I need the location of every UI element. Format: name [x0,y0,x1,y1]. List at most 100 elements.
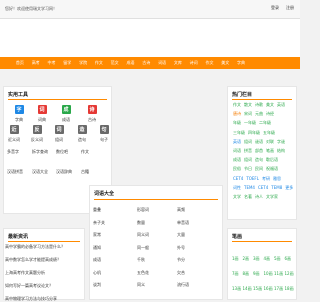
bihua-link[interactable]: 3画 [253,256,260,262]
hot-link[interactable]: 拼音 [244,148,252,153]
hot-link[interactable]: 作文 [233,102,241,107]
nav-item-13[interactable]: 美文 [217,57,233,69]
hot-link[interactable]: 考研 [262,176,270,181]
news-item[interactable]: 高中学霸的必备学习方法是什么？ [5,244,65,250]
bihua-link[interactable]: 10画 [264,271,273,277]
hot-link[interactable]: 二年级 [259,120,271,125]
bihua-link[interactable]: 11画 [274,271,283,277]
hot-link[interactable]: 诗经 [266,111,274,116]
hot-link[interactable]: 节日 [244,166,252,171]
hot-link[interactable]: 名著 [244,194,252,199]
tool-link[interactable]: 汉语拼音 [7,169,23,175]
hot-link[interactable]: 组词 [244,157,252,162]
hot-link[interactable]: 三年级 [233,130,245,135]
nav-item-2[interactable]: 中考 [44,57,60,69]
hot-link[interactable]: TOEFL [246,176,259,181]
hot-link[interactable]: 五年级 [263,130,275,135]
bihua-link[interactable]: 5画 [274,256,281,262]
hot-link[interactable]: 对联 [266,139,274,144]
tool-sentence[interactable]: 句句子 [93,125,115,143]
hot-link[interactable]: 四年级 [248,130,260,135]
nav-item-0[interactable]: 首页 [12,57,28,69]
word-link[interactable]: 大量 [177,232,185,238]
word-link[interactable]: 同一般 [137,245,149,251]
bihua-link[interactable]: 13画 [232,286,241,292]
bihua-link[interactable]: 17画 [274,286,283,292]
tool-link[interactable]: 汉语辞典 [56,169,72,175]
nav-item-5[interactable]: 作文 [91,57,107,69]
bihua-link[interactable]: 14画 [243,286,252,292]
news-item[interactable]: 如何写好一篇高考议论文？ [5,283,53,289]
hot-link[interactable]: CET4 [233,176,243,181]
bihua-link[interactable]: 7画 [232,271,239,277]
hot-link[interactable]: TEM4 [244,185,255,190]
nav-item-1[interactable]: 高考 [28,57,44,69]
word-link[interactable]: 欠合 [177,270,185,276]
word-link[interactable]: 高频 [177,207,185,213]
bihua-link[interactable]: 4画 [264,256,271,262]
word-link[interactable]: 通知 [93,245,101,251]
bihua-link[interactable]: 2画 [243,256,250,262]
hot-link[interactable]: 字谜 [277,139,285,144]
login-link[interactable]: 登录 [271,5,279,11]
tool-idiom[interactable]: 成成语 [55,105,77,123]
hot-link[interactable]: 文学家 [266,194,278,199]
word-link[interactable]: 五色花 [137,270,149,276]
bihua-link[interactable]: 18画 [285,286,294,292]
news-item[interactable]: 高中数学怎么学才能提高成绩？ [5,257,61,263]
hot-link[interactable]: 散文 [244,102,252,107]
hot-link[interactable]: 唐诗 [233,111,241,116]
tool-antonym[interactable]: 反反义词 [26,125,48,143]
hot-link[interactable]: 词性 [233,185,241,190]
hot-link[interactable]: 笔画 [266,148,274,153]
hot-link[interactable]: 组词 [244,139,252,144]
hot-link[interactable]: 元曲 [255,111,263,116]
news-item[interactable]: 高中物理学习方法与技巧分享 [5,296,57,302]
news-item[interactable]: 上海高考作文真题分析 [5,270,45,276]
nav-item-10[interactable]: 文库 [170,57,186,69]
hot-link[interactable]: 民俗 [233,166,241,171]
hot-link[interactable]: 歇后语 [266,157,278,162]
tool-link[interactable]: 数位吧 [56,149,68,155]
bihua-link[interactable]: 8画 [243,271,250,277]
word-link[interactable]: 流行语 [177,282,189,288]
tool-synonym[interactable]: 近近义词 [3,125,25,143]
tool-link[interactable]: 汉语大全 [32,169,48,175]
bihua-link[interactable]: 6画 [285,256,292,262]
word-link[interactable]: 数量 [137,220,145,226]
word-link[interactable]: 重叠 [93,207,101,213]
hot-link[interactable]: 祝福语 [266,166,278,171]
tool-ci-dictionary[interactable]: 词词典 [31,105,53,123]
hot-link[interactable]: 更多 [285,185,293,190]
bihua-link[interactable]: 9画 [253,271,260,277]
hot-link[interactable]: 雅思 [273,176,281,181]
bihua-link[interactable]: 15画 [253,286,262,292]
hot-link[interactable]: 结构 [277,148,285,153]
nav-item-7[interactable]: 成语 [123,57,139,69]
tool-link[interactable]: 多音字 [7,149,19,155]
word-link[interactable]: 形容词 [137,207,149,213]
hot-link[interactable]: 词语 [233,148,241,153]
hot-link[interactable]: 部首 [255,148,263,153]
bihua-link[interactable]: 16画 [264,286,273,292]
hot-link[interactable]: 年级 [233,120,241,125]
word-link[interactable]: 同义 [137,282,145,288]
tool-word[interactable]: 词组词 [48,125,70,143]
word-link[interactable]: 成语 [93,257,101,263]
hot-link[interactable]: 诗人 [255,194,263,199]
hot-link[interactable]: 美文 [266,102,274,107]
tool-poetry[interactable]: 诗古诗 [81,105,103,123]
tool-link[interactable]: 古籍 [81,169,89,175]
word-link[interactable]: 家常 [93,232,101,238]
hot-link[interactable]: TEM8 [271,185,282,190]
word-link[interactable]: 节分 [177,257,185,263]
nav-item-12[interactable]: 作文 [202,57,218,69]
hot-link[interactable]: 英语 [233,139,241,144]
hot-link[interactable]: 谜语 [255,139,263,144]
nav-item-11[interactable]: 诗词 [186,57,202,69]
hot-link[interactable]: 宋词 [244,111,252,116]
hot-link[interactable]: 成语 [233,157,241,162]
tool-dictionary[interactable]: 字字典 [8,105,30,123]
word-link[interactable]: 千秋 [137,257,145,263]
tool-link[interactable]: 拆字查询 [32,149,48,155]
